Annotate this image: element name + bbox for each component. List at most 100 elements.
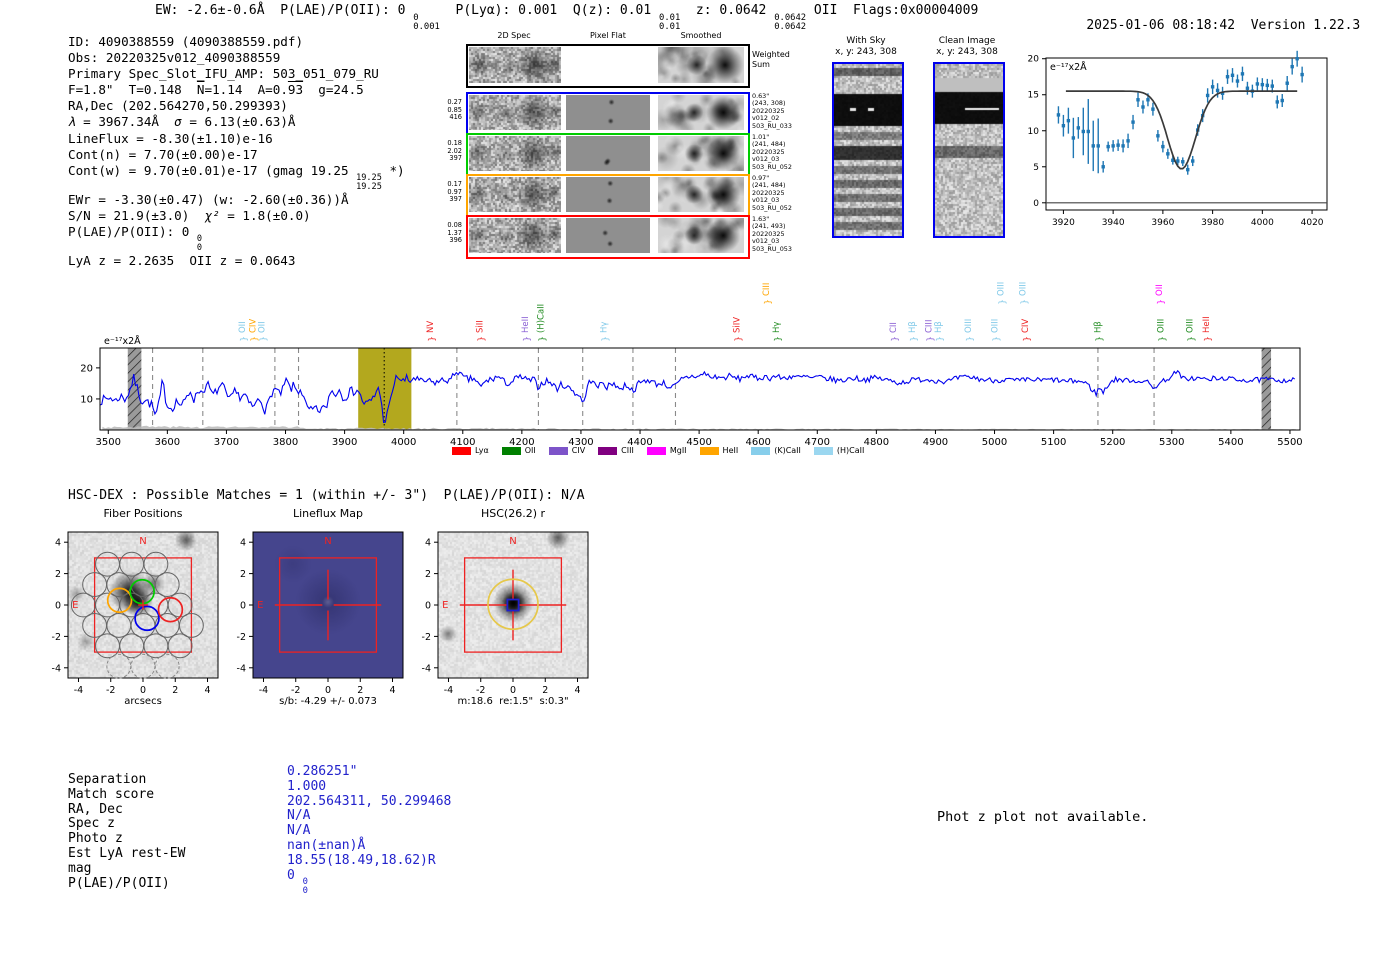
match-row-value: 0 00 [287,868,308,897]
x-tick-label: 4900 [923,437,948,448]
legend-swatch [598,446,618,455]
north-label: N [139,536,146,547]
text-segment: 0.286251" [287,764,358,779]
line-label-brace: { [238,336,248,342]
x-tick-label: 0 [140,685,146,696]
emission-line-label: CIII [762,283,772,296]
sky-panel-image-0 [834,64,902,236]
line-label-brace: { [1018,299,1028,305]
fiber-circle-dashed [154,653,180,679]
fiber-2dspec-image-3 [469,218,561,253]
x-tick-label: 5000 [982,437,1007,448]
legend-label: CIV [571,446,586,455]
x-tick-label: 2 [357,685,363,696]
x-tick-label: 0 [325,685,331,696]
y-tick-label: 2 [240,569,246,580]
emission-line-label: Hγ [600,322,610,333]
line-label-brace: { [772,336,782,342]
emission-line-label: Hγ [772,322,782,333]
match-row-label: Separation [68,772,147,787]
line-label-brace: { [1202,336,1212,342]
x-tick-label: 3800 [273,437,298,448]
match-row-value: 0.286251" [287,764,358,780]
y-tick-label: -2 [422,632,431,643]
emission-line-label: OII [238,321,248,333]
spectrum-line [99,369,1296,424]
y-tick-label: 20 [80,363,93,374]
y-tick-label: 10 [80,394,93,405]
y-tick-label: 2 [55,569,61,580]
fiber-smoothed-image-3 [658,218,744,253]
cutout-title-0: Fiber Positions [103,507,183,520]
match-row-value: N/A [287,823,310,839]
legend-item: MgII [646,446,687,455]
x-tick-label: 3700 [214,437,239,448]
elixer-report-page: EW: -2.6±-0.6Å P(LAE)/P(OII): 0 0 0.001 P… [0,0,1400,953]
fiber-row-left-label-1: 0.18 2.02 397 [432,139,462,163]
legend-label: (K)CaII [774,446,801,455]
x-tick-label: 2 [542,685,548,696]
column-title-2: Smoothed [680,31,722,40]
y-tick-label: 4 [425,538,431,549]
weight-value: 397 [449,154,462,163]
fiber-meta: 503_RU_033 [752,121,792,130]
y-tick-label: -4 [52,663,61,674]
line-label-brace: { [1157,336,1167,342]
x-tick-label: 4000 [391,437,416,448]
fiber-smoothed-image-1 [658,136,744,171]
line-label-brace: { [964,336,974,342]
legend-swatch [452,446,471,455]
fiber-row-right-label-3: 1.63" (241, 493) 20220325 v012_03 503_RU_053 [752,215,812,253]
match-row-label: Match score [68,786,155,802]
x-tick-label: 5300 [1159,437,1184,448]
x-tick-label: -4 [74,685,83,696]
fiber-pixelflat-image-1 [566,136,650,171]
text-segment: 202.564311, 50.299468 [287,793,452,809]
legend-label: Lyα [475,446,489,455]
emission-line-label: OIII [1018,282,1028,296]
north-label: N [509,536,516,547]
emission-line-label: OIII [997,282,1007,296]
emission-line-label: OII [257,321,267,333]
hsc-dex-header: HSC-DEX : Possible Matches = 1 (within +… [68,488,585,503]
emission-line-label: OIII [1157,319,1167,333]
emission-line-label: SiIV [733,317,743,333]
legend-item: (K)CaII [751,446,801,455]
emission-line-label: Hβ [934,321,944,333]
x-tick-label: 5400 [1218,437,1243,448]
line-label-brace: { [997,299,1007,305]
selected-fiber-circle [106,587,133,614]
legend-item: OII [501,446,536,455]
spectrum-legend: Lyα OII CIV CIII MgII HeII (K)CaII (H)CaII [452,446,864,455]
weight-value: 416 [449,113,462,122]
legend-item: (H)CaII [813,446,864,455]
fiber-meta: 503_RU_052 [752,162,792,171]
legend-item: CIII [598,446,634,455]
emission-line-label: Hβ [908,321,918,333]
line-label-brace: { [600,336,610,342]
detection-band [358,348,412,430]
sky-panel-image-1 [935,64,1003,236]
fiber-circle [167,633,193,659]
east-label: E [442,600,448,611]
line-label-brace: { [908,336,918,342]
x-tick-label: 0 [510,685,516,696]
emission-line-label: CII [889,322,899,333]
y-tick-label: -4 [237,663,246,674]
text-segment: N/A [287,808,311,824]
fiber-circle-dashed [130,653,156,679]
sky-panel-title-1: Clean Image x, y: 243, 308 [936,36,998,57]
weighted-pixelflat-image [566,47,650,83]
line-label-brace: { [476,336,486,342]
fiber-2dspec-image-0 [469,95,561,130]
fiber-smoothed-image-0 [658,95,744,130]
match-row-label: Spec z [68,816,115,832]
column-title-1: Pixel Flat [590,31,626,40]
legend-item: Lyα [452,446,489,455]
legend-swatch [548,446,568,455]
fiber-meta: 503_RU_053 [752,244,792,253]
column-title-0: 2D Spec [497,31,531,40]
legend-swatch [646,446,666,455]
x-tick-label: -2 [106,685,115,696]
y-tick-label: 0 [55,601,61,612]
